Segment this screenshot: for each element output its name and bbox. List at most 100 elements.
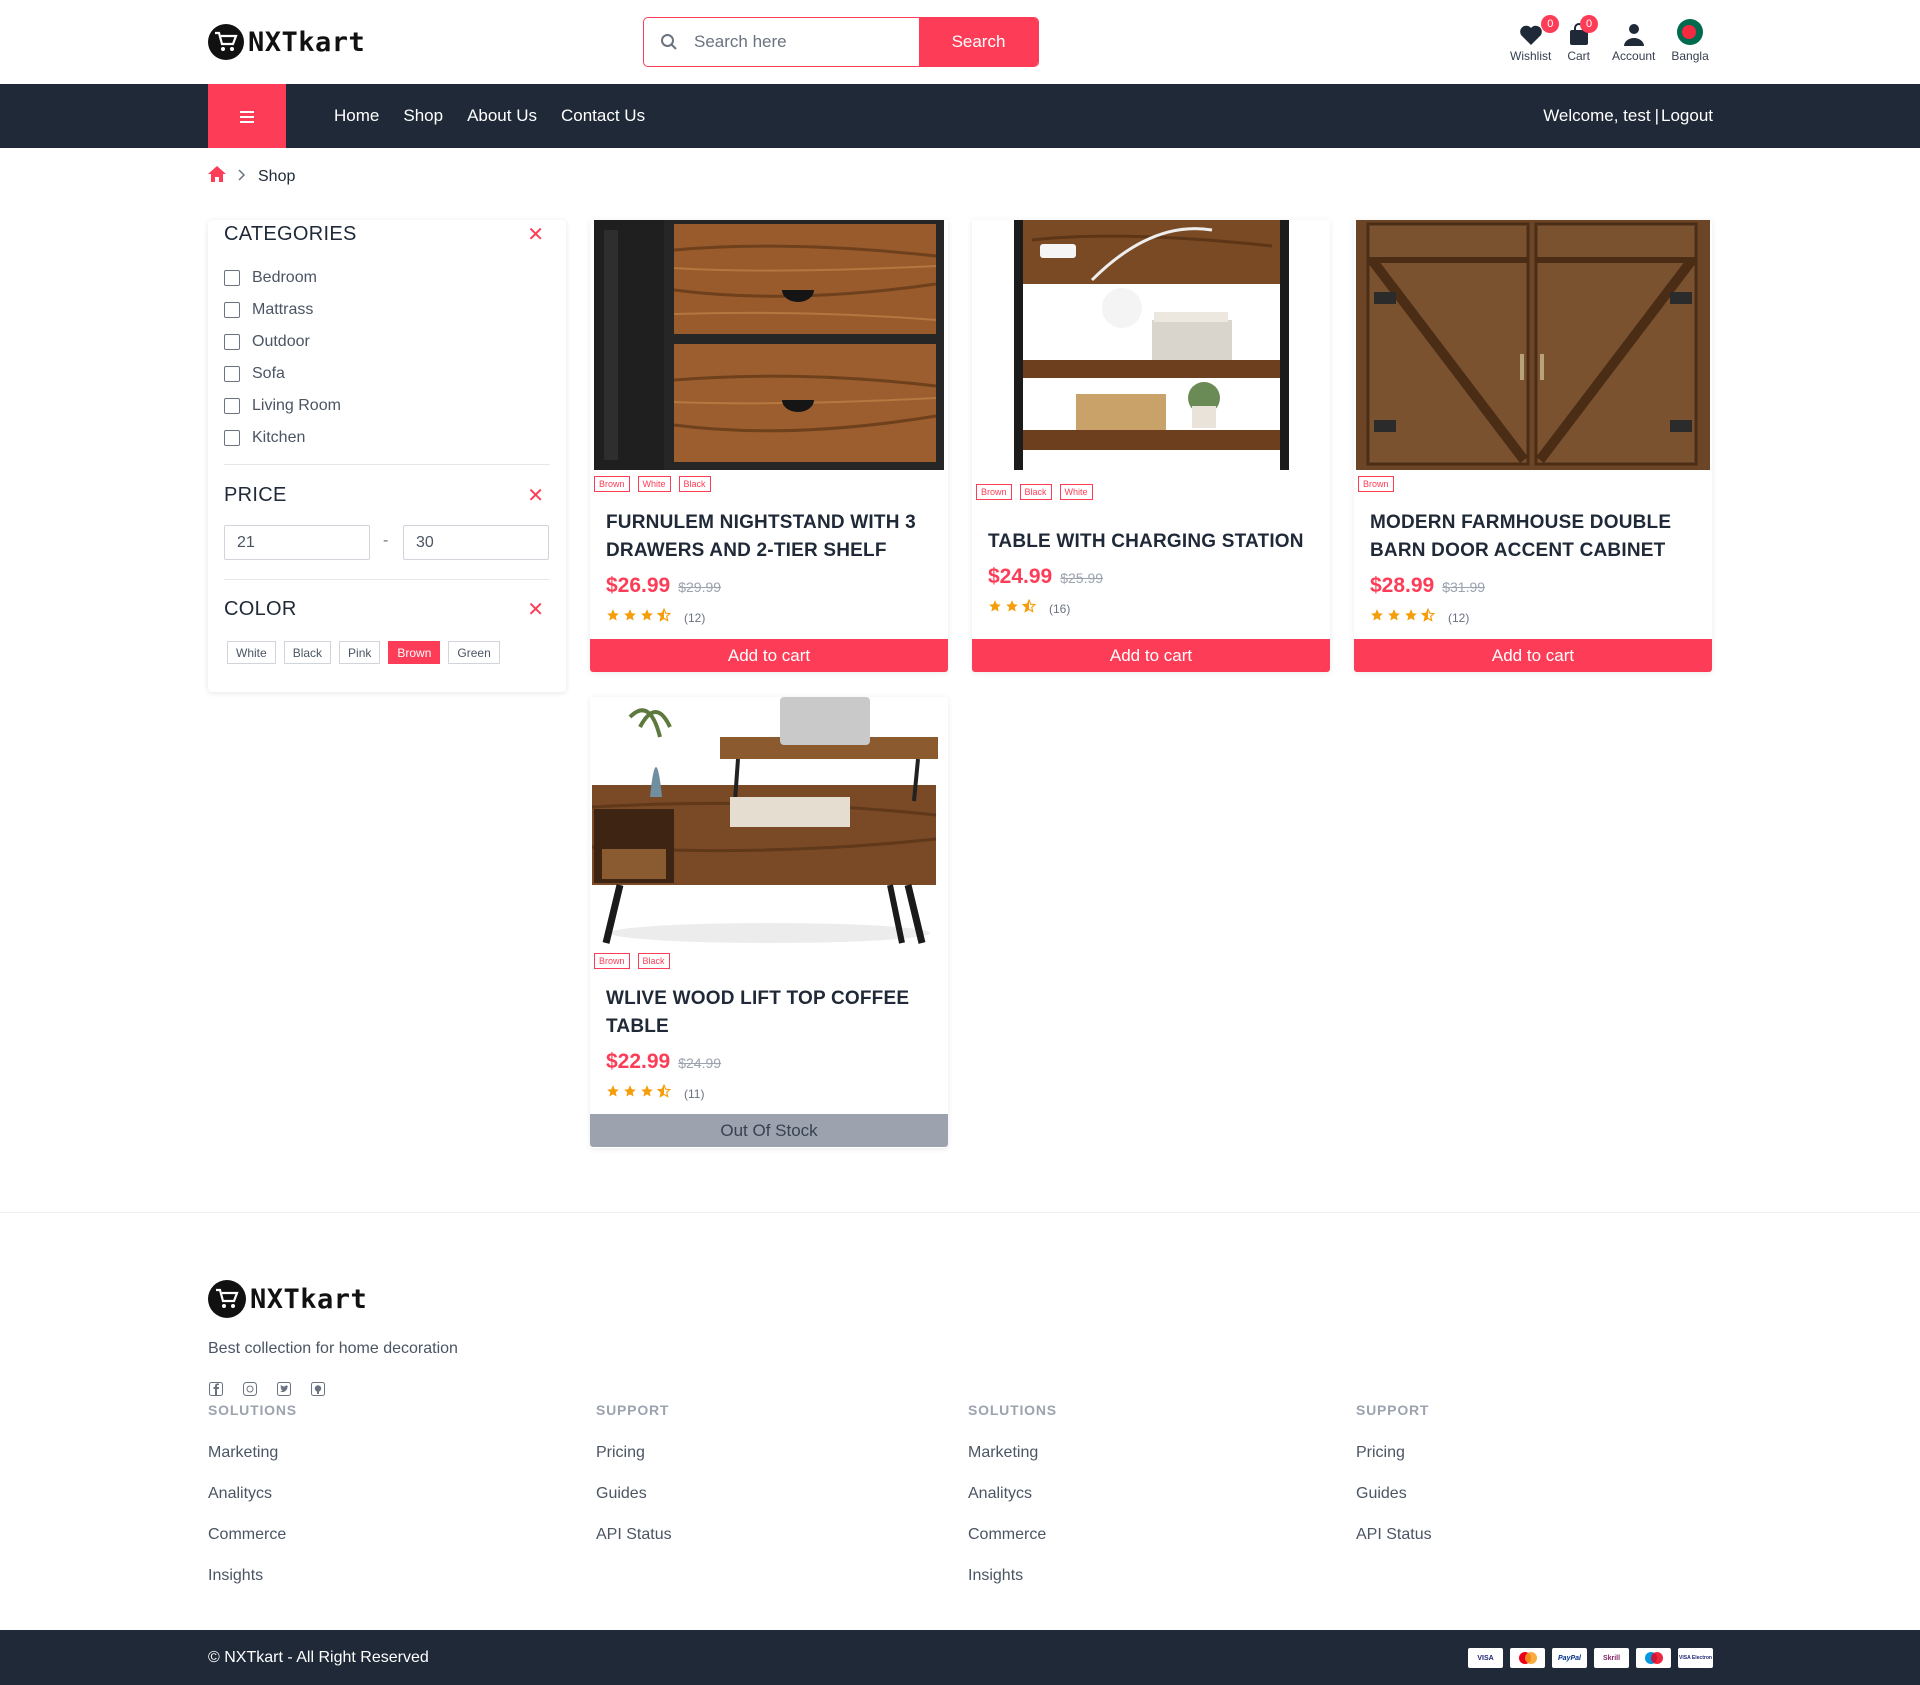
logo[interactable]: NXTkart xyxy=(208,24,365,60)
star-icon xyxy=(640,1084,654,1103)
divider xyxy=(224,579,550,580)
bangladesh-flag-icon xyxy=(1676,18,1704,46)
product-image[interactable] xyxy=(972,220,1330,470)
product-title[interactable]: WLIVE Wood Lift Top Coffee Table xyxy=(606,985,932,1041)
product-image[interactable] xyxy=(590,220,948,470)
language-switch[interactable]: Bangla xyxy=(1671,18,1709,63)
category-checkbox[interactable] xyxy=(224,270,240,286)
footer-column-title: Solutions xyxy=(968,1402,1057,1418)
nav-home[interactable]: Home xyxy=(334,106,379,126)
footer-link[interactable]: Marketing xyxy=(968,1444,1057,1462)
star-icon xyxy=(623,1084,637,1103)
category-item[interactable]: Outdoor xyxy=(224,326,341,358)
product-color-tags: Brown Black White xyxy=(976,484,1093,500)
star-icon xyxy=(1021,598,1037,618)
nav-contact-us[interactable]: Contact Us xyxy=(561,106,645,126)
star-icon xyxy=(606,1084,620,1103)
nav-about-us[interactable]: About Us xyxy=(467,106,537,126)
footer-link[interactable]: API Status xyxy=(1356,1526,1432,1544)
home-icon[interactable] xyxy=(208,166,226,187)
paypal-icon: PayPal xyxy=(1552,1648,1587,1668)
user-icon xyxy=(1623,18,1645,46)
cart-label: Cart xyxy=(1567,49,1591,63)
star-icon xyxy=(1005,599,1019,618)
footer-link[interactable]: Pricing xyxy=(1356,1444,1432,1462)
category-checkbox[interactable] xyxy=(224,398,240,414)
search-input[interactable] xyxy=(694,18,919,66)
product-card[interactable]: Brown White Black Furnulem Nightstand wi… xyxy=(590,220,948,672)
twitter-icon[interactable] xyxy=(276,1381,291,1396)
add-to-cart-button[interactable]: Add to cart xyxy=(1354,639,1712,672)
color-chip-black[interactable]: Black xyxy=(283,641,332,664)
color-chip-white[interactable]: White xyxy=(227,641,276,664)
facebook-icon[interactable] xyxy=(208,1381,223,1396)
search-button[interactable]: Search xyxy=(919,18,1038,66)
breadcrumb: Shop xyxy=(208,166,295,187)
footer-link[interactable]: Marketing xyxy=(208,1444,297,1462)
product-rating: (16) xyxy=(988,598,1070,618)
price-max-input[interactable] xyxy=(403,525,549,560)
nav-shop[interactable]: Shop xyxy=(403,106,443,126)
product-card[interactable]: Brown Black WLIVE Wood Lift Top Coffee T… xyxy=(590,697,948,1148)
category-item[interactable]: Sofa xyxy=(224,358,341,390)
footer-link[interactable]: API Status xyxy=(596,1526,672,1544)
visa-icon: VISA xyxy=(1468,1648,1503,1668)
cart-logo-icon xyxy=(208,24,244,60)
category-item[interactable]: Kitchen xyxy=(224,422,341,454)
account-link[interactable]: Account xyxy=(1612,18,1655,63)
color-tag: Brown xyxy=(594,476,630,492)
footer-link[interactable]: Insights xyxy=(208,1567,297,1585)
footer-link[interactable]: Analitycs xyxy=(208,1485,297,1503)
footer-logo[interactable]: NXTkart xyxy=(208,1280,367,1318)
star-icon xyxy=(1370,608,1384,627)
color-tag: Brown xyxy=(594,953,630,969)
out-of-stock-button[interactable]: Out Of Stock xyxy=(590,1114,948,1147)
product-card[interactable]: Brown Black White Table with Charging St… xyxy=(972,220,1330,672)
category-checkbox[interactable] xyxy=(224,430,240,446)
clear-color-close-icon[interactable]: ✕ xyxy=(527,597,544,622)
footer-divider xyxy=(0,1212,1920,1213)
footer-link[interactable]: Pricing xyxy=(596,1444,672,1462)
category-item[interactable]: Mattrass xyxy=(224,294,341,326)
product-image[interactable] xyxy=(1354,220,1712,470)
category-checkbox[interactable] xyxy=(224,366,240,382)
footer-link[interactable]: Guides xyxy=(1356,1485,1432,1503)
price-row: $22.99 $24.99 xyxy=(606,1050,721,1074)
clear-categories-close-icon[interactable]: ✕ xyxy=(527,222,544,247)
github-icon[interactable] xyxy=(310,1381,325,1396)
category-checkbox[interactable] xyxy=(224,302,240,318)
footer-link[interactable]: Commerce xyxy=(208,1526,297,1544)
category-item[interactable]: Living Room xyxy=(224,390,341,422)
footer-link[interactable]: Insights xyxy=(968,1567,1057,1585)
product-rating: (12) xyxy=(1370,607,1469,627)
category-checkbox[interactable] xyxy=(224,334,240,350)
color-chip-green[interactable]: Green xyxy=(448,641,500,664)
category-item[interactable]: Bedroom xyxy=(224,262,341,294)
product-old-price: $29.99 xyxy=(678,579,722,595)
menu-toggle-button[interactable] xyxy=(208,84,286,148)
footer-column-solutions: Solutions Marketing Analitycs Commerce I… xyxy=(968,1402,1057,1585)
add-to-cart-button[interactable]: Add to cart xyxy=(590,639,948,672)
color-chip-pink[interactable]: Pink xyxy=(339,641,381,664)
wishlist-link[interactable]: 0 Wishlist xyxy=(1510,15,1560,63)
footer-link[interactable]: Commerce xyxy=(968,1526,1057,1544)
product-image[interactable] xyxy=(590,697,948,947)
product-title[interactable]: Furnulem Nightstand with 3 Drawers and 2… xyxy=(606,509,932,565)
color-tag: Black xyxy=(637,953,670,969)
logout-link[interactable]: Logout xyxy=(1661,106,1713,126)
color-chip-brown[interactable]: Brown xyxy=(388,641,441,664)
color-tag: Black xyxy=(1019,484,1052,500)
clear-price-close-icon[interactable]: ✕ xyxy=(527,483,544,508)
product-color-tags: Brown Black xyxy=(594,953,670,969)
add-to-cart-button[interactable]: Add to cart xyxy=(972,639,1330,672)
footer-link[interactable]: Analitycs xyxy=(968,1485,1057,1503)
product-card[interactable]: Brown Modern Farmhouse Double Barn Door … xyxy=(1354,220,1712,672)
price-row: $28.99 $31.99 xyxy=(1370,574,1485,598)
price-min-input[interactable] xyxy=(224,525,370,560)
cart-link[interactable]: 0 Cart xyxy=(1567,15,1599,63)
footer-link[interactable]: Guides xyxy=(596,1485,672,1503)
color-options: White Black Pink Brown Green xyxy=(227,641,500,664)
product-title[interactable]: Table with Charging Station xyxy=(988,528,1314,556)
instagram-icon[interactable] xyxy=(242,1381,257,1396)
product-title[interactable]: Modern Farmhouse Double Barn Door Accent… xyxy=(1370,509,1696,565)
